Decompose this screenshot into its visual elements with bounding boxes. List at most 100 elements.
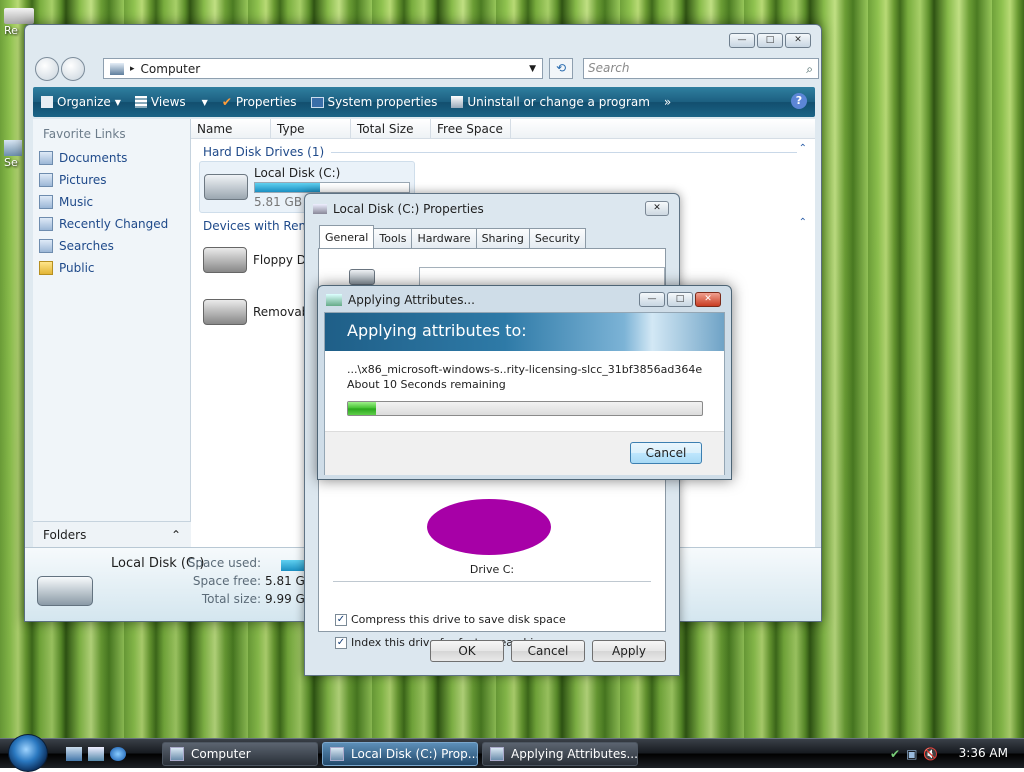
forward-button[interactable] <box>61 57 85 81</box>
taskbar-button-computer[interactable]: Computer <box>162 742 318 766</box>
network-icon[interactable]: ▣ <box>906 747 917 761</box>
dialog-body: Applying attributes to: ...\x86_microsof… <box>324 312 725 475</box>
more-commands-button[interactable]: » <box>664 95 671 109</box>
volume-muted-icon[interactable]: 🔇 <box>923 747 938 761</box>
ok-button[interactable]: OK <box>430 640 504 662</box>
dialog-title: Applying Attributes... <box>348 293 475 307</box>
tab-general[interactable]: General <box>319 225 375 248</box>
nav-item-public[interactable]: Public <box>33 257 190 279</box>
nav-item-label: Recently Changed <box>59 217 169 231</box>
switch-windows-icon[interactable] <box>88 747 104 761</box>
nav-item-pictures[interactable]: Pictures <box>33 169 190 191</box>
close-button[interactable]: ✕ <box>785 33 811 48</box>
divider <box>333 581 651 582</box>
start-button[interactable] <box>8 734 48 772</box>
organize-button[interactable]: Organize ▼ <box>41 95 121 109</box>
close-button[interactable]: ✕ <box>695 292 721 307</box>
collapse-icon[interactable]: ⌃ <box>799 217 807 228</box>
checkbox-checked-icon[interactable]: ✓ <box>335 636 347 649</box>
copy-icon <box>490 747 504 761</box>
nav-item-music[interactable]: Music <box>33 191 190 213</box>
group-divider <box>331 152 797 153</box>
refresh-button[interactable]: ⟲ <box>549 58 573 79</box>
column-header-free-space[interactable]: Free Space <box>431 119 511 138</box>
nav-item-label: Documents <box>59 151 128 165</box>
collapse-icon[interactable]: ⌃ <box>799 143 807 154</box>
tab-hardware[interactable]: Hardware <box>411 228 477 248</box>
help-icon[interactable]: ? <box>791 93 807 109</box>
window-controls: — □ ✕ <box>639 292 721 307</box>
clock[interactable]: 3:36 AM <box>959 746 1008 760</box>
dialog-title: Local Disk (C:) Properties <box>333 202 484 216</box>
compress-checkbox[interactable]: ✓ Compress this drive to save disk space <box>335 613 566 626</box>
tab-sharing[interactable]: Sharing <box>475 228 530 248</box>
cancel-button[interactable]: Cancel <box>630 442 702 464</box>
nav-item-documents[interactable]: Documents <box>33 147 190 169</box>
tab-security[interactable]: Security <box>528 228 586 248</box>
dialog-footer: Cancel <box>325 431 724 475</box>
drive-icon <box>349 269 375 285</box>
drive-icon <box>313 204 327 214</box>
group-hard-disk-drives[interactable]: Hard Disk Drives (1) ⌃ <box>191 139 815 161</box>
chevron-down-icon: ▼ <box>114 97 121 107</box>
drive-icon <box>330 747 344 761</box>
maximize-button[interactable]: □ <box>667 292 693 307</box>
internet-explorer-icon[interactable] <box>110 747 126 761</box>
shortcut-graphic <box>4 140 22 156</box>
folders-toggle[interactable]: Folders ⌃ <box>33 521 191 547</box>
show-desktop-icon[interactable] <box>66 747 82 761</box>
disk-usage-pie <box>427 499 551 555</box>
space-used-label: Space used: <box>187 556 261 570</box>
removable-drive-icon <box>203 299 247 325</box>
nav-item-label: Pictures <box>59 173 107 187</box>
tab-tools[interactable]: Tools <box>373 228 413 248</box>
computer-icon <box>170 747 184 761</box>
taskbar-button-properties[interactable]: Local Disk (C:) Prop... <box>322 742 478 766</box>
drive-letter-label: Drive C: <box>469 563 515 576</box>
time-remaining: About 10 Seconds remaining <box>347 378 506 391</box>
copy-icon <box>326 294 342 306</box>
search-input[interactable]: Search ⌕ <box>583 58 819 79</box>
chevron-down-icon: ▼ <box>201 97 208 107</box>
uninstall-button[interactable]: Uninstall or change a program <box>451 95 650 109</box>
column-header-total-size[interactable]: Total Size <box>351 119 431 138</box>
desktop-icon-label: Se <box>4 156 18 169</box>
applying-attributes-dialog: Applying Attributes... — □ ✕ Applying at… <box>317 285 732 480</box>
drive-label-input[interactable] <box>419 267 665 287</box>
searches-icon <box>39 239 53 253</box>
column-header-type[interactable]: Type <box>271 119 351 138</box>
desktop-shortcut-icon[interactable]: Se <box>4 140 22 169</box>
back-button[interactable] <box>35 57 59 81</box>
navigation-pane: Favorite Links Documents Pictures Music … <box>33 119 191 547</box>
breadcrumb: Computer <box>140 61 201 76</box>
taskbar-button-applying[interactable]: Applying Attributes... <box>482 742 638 766</box>
apply-button[interactable]: Apply <box>592 640 666 662</box>
monitor-icon <box>310 96 324 108</box>
security-check-icon[interactable]: ✔ <box>890 747 900 761</box>
column-header-name[interactable]: Name <box>191 119 271 138</box>
address-bar[interactable]: ▸ Computer ▼ <box>103 58 543 79</box>
close-button[interactable]: ✕ <box>645 201 669 216</box>
cancel-button[interactable]: Cancel <box>511 640 585 662</box>
nav-item-searches[interactable]: Searches <box>33 235 190 257</box>
views-icon <box>134 96 147 108</box>
search-icon[interactable]: ⌕ <box>806 60 813 79</box>
hard-drive-icon <box>204 174 248 200</box>
device-name: Removab <box>253 305 310 319</box>
checkbox-checked-icon[interactable]: ✓ <box>335 613 347 626</box>
recent-icon <box>39 217 53 231</box>
system-properties-button[interactable]: System properties <box>310 95 437 109</box>
properties-button[interactable]: ✔ Properties <box>222 95 297 109</box>
views-button[interactable]: Views ▼ <box>134 95 208 109</box>
nav-item-label: Music <box>59 195 94 209</box>
minimize-button[interactable]: — <box>639 292 665 307</box>
dialog-title-bar: Applying Attributes... <box>326 293 475 307</box>
folders-label: Folders <box>43 528 87 542</box>
address-dropdown-icon[interactable]: ▼ <box>529 64 536 74</box>
window-controls: — □ ✕ <box>729 33 811 48</box>
floppy-drive-icon <box>203 247 247 273</box>
minimize-button[interactable]: — <box>729 33 755 48</box>
maximize-button[interactable]: □ <box>757 33 783 48</box>
taskbar-button-label: Computer <box>191 747 251 761</box>
nav-item-recently-changed[interactable]: Recently Changed <box>33 213 190 235</box>
